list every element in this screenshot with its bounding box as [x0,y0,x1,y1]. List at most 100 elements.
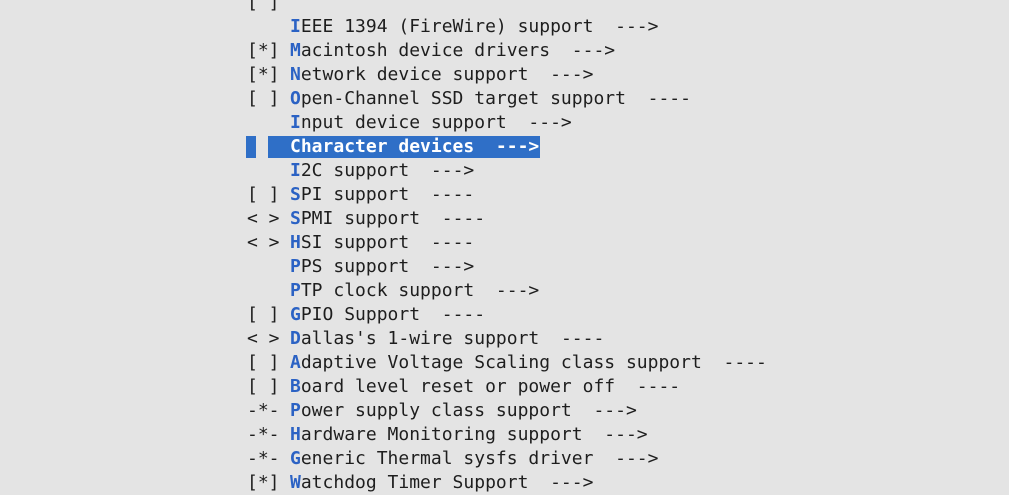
menu-item[interactable]: IEEE 1394 (FireWire) support ---> [247,15,767,39]
hotkey-letter: G [290,448,301,469]
hotkey-letter: H [290,232,301,253]
submenu-arrow: ---- [701,352,767,373]
menu-item[interactable]: [ ] Board level reset or power off ---- [247,375,767,399]
option-state-indicator[interactable]: [ ] [247,351,290,375]
menu-item-label: Hardware Monitoring support ---> [290,424,648,445]
hotkey-letter: I [290,16,301,37]
submenu-arrow: ---- [539,328,605,349]
menu-item-text: haracter devices [300,136,475,157]
menu-item[interactable]: < > HSI support ---- [247,231,767,255]
menu-item-text: EEE 1394 (FireWire) support [300,16,594,37]
option-state-indicator[interactable]: [ ] [247,0,290,15]
menu-item[interactable]: [*] Network device support ---> [247,63,767,87]
menu-item-text: allas's 1-wire support [300,328,540,349]
menu-item-text: eneric Thermal sysfs driver [300,448,594,469]
menu-item-label: Network device support ---> [290,64,593,85]
menu-item-text: ardware Monitoring support [300,424,583,445]
menu-item-label: Macintosh device drivers ---> [290,40,615,61]
menu-item[interactable]: [ ] Open-Channel SSD target support ---- [247,87,767,111]
hotkey-letter: O [290,88,301,109]
hotkey-letter: M [290,40,301,61]
option-state-indicator[interactable] [247,111,290,135]
option-state-indicator[interactable]: [ ] [247,375,290,399]
menu-item[interactable]: [ ] SPI support ---- [247,183,767,207]
submenu-arrow: ---> [550,40,616,61]
hotkey-letter: B [290,376,301,397]
menu-item[interactable]: PTP clock support ---> [247,279,767,303]
hotkey-letter: P [290,256,301,277]
menu-item-text: TP clock support [300,280,475,301]
option-state-indicator[interactable] [247,159,290,183]
menu-item-selected[interactable]: Character devices ---> [246,135,767,159]
option-state-indicator[interactable]: [*] [247,63,290,87]
menu-item-label: Dallas's 1-wire support ---- [290,328,604,349]
option-state-indicator[interactable]: -*- [247,423,290,447]
option-state-indicator[interactable]: [ ] [247,303,290,327]
menu-item-text: oard level reset or power off [300,376,616,397]
submenu-arrow: ---> [593,448,659,469]
option-state-indicator[interactable]: -*- [247,447,290,471]
submenu-arrow: ---- [625,88,691,109]
option-state-indicator[interactable]: < > [247,231,290,255]
option-state-indicator[interactable] [247,255,290,279]
menu-item[interactable]: PPS support ---> [247,255,767,279]
menu-item-label: PTP clock support ---> [290,280,539,301]
option-state-indicator[interactable]: < > [247,207,290,231]
hotkey-letter: W [290,472,301,493]
menu-item-label: GPIO Support ---- [290,304,485,325]
submenu-arrow: ---> [474,136,540,157]
menu-item[interactable]: < > SPMI support ---- [247,207,767,231]
menu-item[interactable]: -*- Power supply class support ---> [247,399,767,423]
menu-item[interactable]: -*- Generic Thermal sysfs driver ---> [247,447,767,471]
option-state-indicator[interactable]: -*- [247,399,290,423]
menu-item-text: 2C support [300,160,410,181]
option-state-indicator[interactable]: < > [247,327,290,351]
submenu-arrow: ---> [474,280,540,301]
menu-item-text: SI support [300,232,410,253]
hotkey-letter: N [290,64,301,85]
menu-item-label: IEEE 1394 (FireWire) support ---> [290,16,658,37]
menu-item[interactable]: Input device support ---> [247,111,767,135]
menu-item-text: nput device support [300,112,507,133]
menu-item-label: Watchdog Timer Support ---> [290,472,593,493]
menu-item[interactable]: [ ] Adaptive Voltage Scaling class suppor… [247,351,767,375]
option-state-indicator[interactable] [247,15,290,39]
menu-item-text: ower supply class support [300,400,572,421]
menu-item[interactable]: [*] Watchdog Timer Support ---> [247,471,767,495]
hotkey-letter: P [290,400,301,421]
option-state-indicator[interactable]: [ ] [247,183,290,207]
menu-item[interactable]: < > Dallas's 1-wire support ---- [247,327,767,351]
menu-item-label: HSI support ---- [290,232,474,253]
option-state-indicator[interactable]: [*] [247,471,290,495]
option-state-indicator[interactable]: [ ] [247,87,290,111]
option-state-indicator[interactable] [247,279,290,303]
menu-item-label: I2C support ---> [290,160,474,181]
menu-item-text: PI support [300,184,410,205]
menu-item-text: PIO Support [300,304,421,325]
submenu-arrow: ---- [409,184,475,205]
menu-item[interactable]: [ ] GPIO Support ---- [247,303,767,327]
hotkey-letter: G [290,304,301,325]
menu-item[interactable]: [*] Macintosh device drivers ---> [247,39,767,63]
hotkey-letter: H [290,424,301,445]
submenu-arrow: ---> [409,160,475,181]
hotkey-letter: I [290,112,301,133]
option-state-indicator[interactable]: [*] [247,39,290,63]
menu-item[interactable]: [ ] [247,0,767,15]
menu-item-label: PPS support ---> [290,256,474,277]
menu-item-label: Power supply class support ---> [290,400,637,421]
submenu-arrow: ---> [593,16,659,37]
hotkey-letter: P [290,280,301,301]
menu-item[interactable]: I2C support ---> [247,159,767,183]
menu-item-text: PS support [300,256,410,277]
menu-item[interactable]: -*- Hardware Monitoring support ---> [247,423,767,447]
submenu-arrow: ---> [506,112,572,133]
menu-item-label: Adaptive Voltage Scaling class support -… [290,352,767,373]
menu-item-label: Generic Thermal sysfs driver ---> [290,448,658,469]
menu-item-label: Input device support ---> [290,112,572,133]
hotkey-letter: S [290,184,301,205]
submenu-arrow: ---> [528,472,594,493]
kernel-config-menu: [ ] IEEE 1394 (FireWire) support ---> [*]… [246,0,767,495]
menu-item-label: SPMI support ---- [290,208,485,229]
submenu-arrow: ---> [582,424,648,445]
